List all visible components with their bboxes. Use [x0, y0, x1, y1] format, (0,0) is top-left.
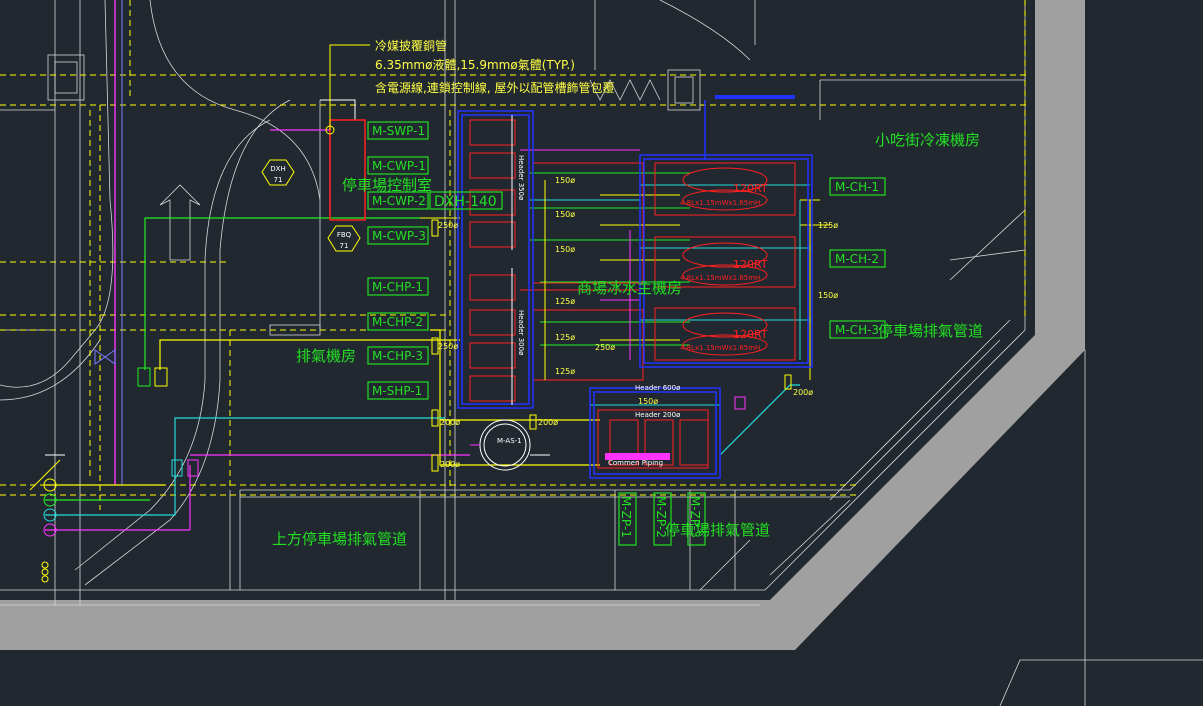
- svg-text:M-CHP-3: M-CHP-3: [372, 349, 423, 363]
- svg-text:M-CHP-1: M-CHP-1: [372, 280, 423, 294]
- svg-text:150ø: 150ø: [555, 245, 575, 254]
- svg-text:250ø: 250ø: [438, 221, 458, 230]
- chiller-units: [654, 162, 796, 361]
- svg-text:M-AS-1: M-AS-1: [497, 437, 522, 445]
- room-upper-parking-exhaust: 上方停車場排氣管道: [272, 530, 407, 548]
- svg-text:150ø: 150ø: [818, 291, 838, 300]
- svg-text:71: 71: [340, 242, 349, 250]
- svg-text:M-CWP-2: M-CWP-2: [372, 194, 426, 208]
- note-line-2: 6.35mmø液體,15.9mmø氣體(TYP.): [375, 57, 575, 72]
- tag-m-ch-3[interactable]: M-CH-3: [829, 320, 886, 339]
- tag-m-zp-1[interactable]: M-ZP-1: [618, 492, 637, 546]
- refrigerant-note: 冷媒披覆銅管 6.35mmø液體,15.9mmø氣體(TYP.) 含電源線,連鎖…: [375, 38, 614, 95]
- svg-text:200ø: 200ø: [440, 418, 460, 427]
- tag-m-chp-3[interactable]: M-CHP-3: [367, 346, 429, 365]
- svg-text:M-CHP-2: M-CHP-2: [372, 315, 423, 329]
- svg-text:4.8Lx1.15mWx1.65mH: 4.8Lx1.15mWx1.65mH: [680, 274, 760, 282]
- tag-m-cwp-1[interactable]: M-CWP-1: [367, 156, 429, 175]
- tag-m-swp-1[interactable]: M-SWP-1: [367, 121, 429, 140]
- svg-text:Commen Piping: Commen Piping: [608, 459, 663, 467]
- tag-dxh-140[interactable]: DXH-140: [429, 191, 503, 210]
- dxh-symbol: DXH 71: [261, 159, 295, 186]
- svg-text:M-CH-3: M-CH-3: [835, 323, 879, 337]
- svg-text:200ø: 200ø: [793, 388, 813, 397]
- tag-m-ch-1[interactable]: M-CH-1: [829, 177, 886, 196]
- svg-text:150ø: 150ø: [555, 176, 575, 185]
- svg-text:FBQ: FBQ: [337, 231, 352, 239]
- tag-m-cwp-2[interactable]: M-CWP-2: [367, 191, 429, 210]
- svg-text:125ø: 125ø: [555, 367, 575, 376]
- as-tank: [470, 419, 550, 471]
- svg-text:M-CH-1: M-CH-1: [835, 180, 879, 194]
- svg-text:71: 71: [274, 176, 283, 184]
- svg-text:4.8Lx1.15mWx1.65mH: 4.8Lx1.15mWx1.65mH: [680, 199, 760, 207]
- room-snack-cold: 小吃街冷凍機房: [875, 131, 980, 149]
- svg-text:DXH: DXH: [270, 165, 285, 173]
- fbq-symbol: FBQ 71: [327, 225, 361, 252]
- svg-text:125ø: 125ø: [555, 333, 575, 342]
- svg-text:200ø: 200ø: [440, 460, 460, 469]
- pipe-network: [29, 0, 830, 531]
- cad-drawing-canvas[interactable]: DXH 71 FBQ 71 冷媒披覆銅管 6.35mmø液體,15.9mmø氣體…: [0, 0, 1203, 706]
- room-parking-exhaust-bottom: 停車場排氣管道: [665, 521, 770, 539]
- tag-m-cwp-3[interactable]: M-CWP-3: [367, 226, 429, 245]
- svg-text:125ø: 125ø: [555, 297, 575, 306]
- svg-text:Header 600ø: Header 600ø: [635, 384, 681, 392]
- svg-text:M-CWP-1: M-CWP-1: [372, 159, 426, 173]
- svg-text:M-SWP-1: M-SWP-1: [372, 124, 425, 138]
- svg-text:Header 350ø: Header 350ø: [517, 155, 525, 201]
- room-parking-exhaust-right: 停車場排氣管道: [878, 322, 983, 340]
- svg-text:M-SHP-1: M-SHP-1: [372, 384, 422, 398]
- building-walls: [0, 0, 1203, 706]
- svg-text:150ø: 150ø: [638, 397, 658, 406]
- tag-m-chp-1[interactable]: M-CHP-1: [367, 277, 429, 296]
- svg-text:120RT: 120RT: [733, 182, 768, 195]
- svg-text:125ø: 125ø: [818, 221, 838, 230]
- tag-m-chp-2[interactable]: M-CHP-2: [367, 312, 429, 331]
- room-mall-plant: 商場冰水主機房: [577, 279, 682, 297]
- note-line-3: 含電源線,連鎖控制線, 屋外以配管槽飾管包覆: [375, 80, 614, 95]
- svg-text:M-ZP-1: M-ZP-1: [619, 496, 633, 538]
- svg-text:Header 200ø: Header 200ø: [635, 411, 681, 419]
- svg-text:M-CWP-3: M-CWP-3: [372, 229, 426, 243]
- svg-text:120RT: 120RT: [733, 328, 768, 341]
- svg-text:250ø: 250ø: [595, 343, 615, 352]
- svg-text:M-CH-2: M-CH-2: [835, 252, 879, 266]
- svg-text:DXH-140: DXH-140: [434, 194, 497, 210]
- room-exhaust: 排氣機房: [296, 347, 356, 365]
- svg-text:200ø: 200ø: [538, 418, 558, 427]
- svg-text:4.8Lx1.15mWx1.65mH: 4.8Lx1.15mWx1.65mH: [680, 344, 760, 352]
- svg-text:250ø: 250ø: [438, 342, 458, 351]
- pump-bank: [469, 115, 516, 405]
- tag-m-shp-1[interactable]: M-SHP-1: [367, 381, 429, 400]
- svg-text:150ø: 150ø: [555, 210, 575, 219]
- note-line-1: 冷媒披覆銅管: [375, 38, 447, 53]
- room-parking-control: 停車場控制室: [342, 176, 432, 194]
- svg-text:120RT: 120RT: [733, 258, 768, 271]
- svg-text:Header 300ø: Header 300ø: [517, 310, 525, 356]
- tag-m-ch-2[interactable]: M-CH-2: [829, 249, 886, 268]
